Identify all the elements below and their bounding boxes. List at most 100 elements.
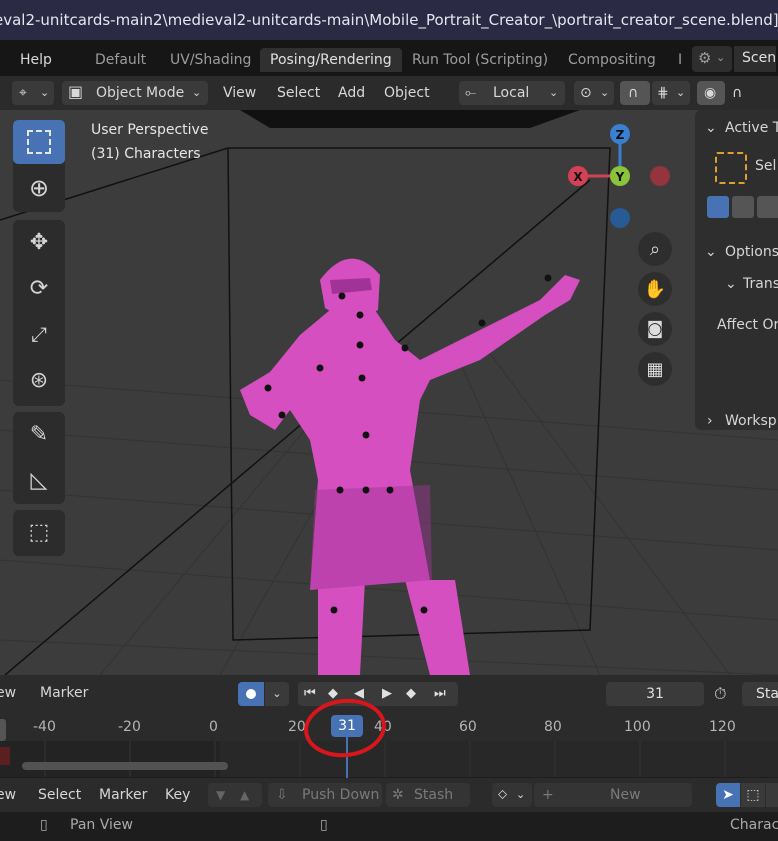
next-keyframe-icon[interactable]: ◆: [406, 682, 416, 706]
character-mesh: [240, 258, 580, 675]
tab-uv-shading[interactable]: UV/Shading: [170, 48, 251, 72]
grid-icon: ▦: [646, 358, 664, 380]
auto-keying-button[interactable]: [238, 682, 264, 706]
proportional-icon: ◉: [704, 85, 717, 101]
snap-toggle[interactable]: ∩: [620, 81, 650, 105]
select-more-tool[interactable]: [766, 783, 778, 807]
stopwatch-icon[interactable]: ⏱: [714, 684, 726, 704]
new-action-button[interactable]: + New: [534, 783, 692, 807]
move-tool[interactable]: ✥: [13, 220, 65, 264]
annotate-tool[interactable]: ✎: [13, 412, 65, 456]
current-frame-field[interactable]: 31: [606, 682, 704, 706]
editor-type-icon: ⌖: [19, 85, 27, 101]
move-icon: ✥: [29, 229, 49, 255]
snap-target-dropdown[interactable]: ⋕ ⌄: [652, 81, 690, 105]
help-menu[interactable]: Help: [20, 48, 52, 72]
nla-menu-marker[interactable]: Marker: [99, 787, 147, 803]
timeline-menu-view[interactable]: ew: [0, 685, 16, 701]
rotate-icon: ⟳: [29, 275, 49, 301]
scene-selector[interactable]: Scen: [734, 46, 777, 72]
add-cube-tool[interactable]: ⬚: [13, 510, 65, 554]
chevron-down-icon: ⌄: [705, 120, 717, 136]
toolbar-group-annotate: ✎ ◺: [13, 412, 65, 504]
chevron-down-icon: ⌄: [705, 244, 717, 260]
chevron-down-icon: ⌄: [716, 51, 726, 64]
neg-z-axis-handle[interactable]: [610, 208, 630, 228]
pan-button[interactable]: ✋: [638, 272, 672, 306]
zoom-button[interactable]: ⌕: [638, 232, 672, 266]
red-circle-annotation: [304, 698, 386, 758]
layer-arrows[interactable]: ▼ ▲: [208, 783, 262, 807]
transform-orientation-dropdown[interactable]: ⟜ Local ⌄: [459, 81, 565, 105]
menu-select[interactable]: Select: [277, 81, 320, 105]
tick-label: 60: [459, 719, 477, 735]
action-browse-dropdown[interactable]: ⬦ ⌄: [492, 783, 532, 807]
tab-run-tool[interactable]: Run Tool (Scripting): [412, 48, 548, 72]
pivot-point-dropdown[interactable]: ⊙ ⌄: [574, 81, 614, 105]
menu-add[interactable]: Add: [338, 81, 365, 105]
stash-button[interactable]: ✲ Stash: [386, 783, 470, 807]
push-down-button[interactable]: ⇩ Push Down: [268, 783, 382, 807]
ortho-toggle-button[interactable]: ▦: [638, 352, 672, 386]
tab-default[interactable]: Default: [95, 48, 146, 72]
mode-label: Object Mode: [96, 85, 185, 101]
pen-icon: ✎: [29, 421, 49, 447]
tab-more[interactable]: I: [678, 48, 682, 72]
status-pan-view: Pan View: [70, 817, 133, 833]
neg-x-axis-handle[interactable]: [650, 166, 670, 186]
start-frame-field[interactable]: Sta: [742, 682, 778, 706]
select-arrow-tool[interactable]: ➤: [716, 783, 740, 807]
chevron-down-icon: ⌄: [549, 86, 559, 99]
select-tool-label: Sel: [755, 158, 777, 174]
tick-label: 0: [209, 719, 218, 735]
menu-view[interactable]: View: [223, 81, 256, 105]
stash-icon: ✲: [392, 787, 404, 803]
push-down-label: Push Down: [302, 787, 380, 803]
window-title: eval2-unitcards-main2\medieval2-unitcard…: [0, 11, 778, 29]
select-box-nla-tool[interactable]: ⬚: [741, 783, 765, 807]
editor-type-button[interactable]: ⌖ ⌄: [12, 81, 54, 105]
mode-subtract-icon[interactable]: [757, 196, 778, 218]
mode-selector[interactable]: ▣ Object Mode ⌄: [62, 81, 208, 105]
jump-end-icon[interactable]: ⏭: [434, 682, 446, 706]
scene-type-dropdown[interactable]: ⚙ ⌄: [692, 46, 732, 72]
nla-menu-key[interactable]: Key: [165, 787, 190, 803]
chevron-down-icon: ⌄: [676, 86, 686, 99]
mode-extend-icon[interactable]: [732, 196, 754, 218]
3d-viewport[interactable]: User Perspective (31) Characters ⊕ ✥ ⟳ ⤢…: [0, 110, 778, 675]
cursor-tool[interactable]: ⊕: [13, 166, 65, 210]
transform-tool[interactable]: ⊛: [13, 358, 65, 402]
navigation-gizmo[interactable]: Z X Y: [560, 120, 680, 240]
rotate-tool[interactable]: ⟳: [13, 266, 65, 310]
ruler-handle[interactable]: [0, 719, 6, 741]
workspace-bar: Help Default UV/Shading Posing/Rendering…: [0, 40, 778, 76]
tab-compositing[interactable]: Compositing: [568, 48, 656, 72]
viewport-header: ⌖ ⌄ ▣ Object Mode ⌄ View Select Add Obje…: [0, 76, 778, 110]
nla-menu-view[interactable]: ew: [0, 787, 16, 803]
active-tool-header[interactable]: Active T: [725, 120, 778, 136]
proportional-edit-toggle[interactable]: ◉: [697, 81, 725, 105]
scale-tool[interactable]: ⤢: [13, 312, 65, 356]
select-box-icon: [27, 130, 51, 154]
window-title-bar: eval2-unitcards-main2\medieval2-unitcard…: [0, 0, 778, 40]
menu-object[interactable]: Object: [384, 81, 430, 105]
measure-tool[interactable]: ◺: [13, 458, 65, 502]
select-tool-icon[interactable]: [715, 152, 747, 184]
action-icon: ⬦: [498, 787, 508, 802]
plus-icon: +: [542, 787, 554, 803]
nla-menu-select[interactable]: Select: [38, 787, 81, 803]
chevron-down-icon: ⌄: [725, 276, 737, 292]
timeline-menu-marker[interactable]: Marker: [40, 685, 88, 701]
transform-icon: ⊛: [29, 367, 49, 393]
falloff-dropdown[interactable]: ∩: [730, 81, 760, 105]
options-header[interactable]: Options: [725, 244, 778, 260]
tab-posing-rendering[interactable]: Posing/Rendering: [260, 48, 402, 72]
timeline-scrollbar[interactable]: [22, 762, 228, 770]
mouse-icon: ▯: [40, 817, 48, 833]
camera-view-button[interactable]: ◙: [638, 312, 672, 346]
transform-subheader[interactable]: Trans: [743, 276, 778, 292]
select-box-tool[interactable]: [13, 120, 65, 164]
chevron-down-icon[interactable]: ⌄: [265, 682, 289, 706]
workspace-header[interactable]: Worksp: [725, 413, 777, 429]
mode-new-icon[interactable]: [707, 196, 729, 218]
